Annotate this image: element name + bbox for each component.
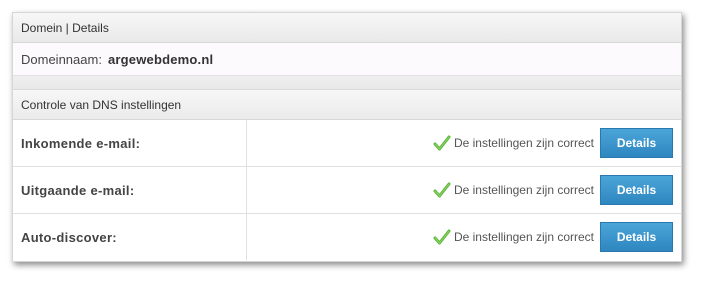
dns-check-table: Inkomende e-mail: De instellingen zijn c…: [13, 120, 681, 260]
dns-check-label: Inkomende e-mail:: [13, 120, 247, 167]
domain-name-value: argewebdemo.nl: [107, 51, 214, 67]
details-button[interactable]: Details: [600, 222, 673, 252]
check-icon: [433, 135, 451, 151]
status-text: De instellingen zijn correct: [453, 183, 594, 197]
status-text: De instellingen zijn correct: [453, 230, 594, 244]
check-icon: [433, 229, 451, 245]
dns-check-status: De instellingen zijn correct Details: [433, 128, 673, 158]
domain-name-label: Domeinnaam:: [21, 51, 102, 67]
dns-check-status: De instellingen zijn correct Details: [433, 175, 673, 205]
domain-section-header: Domein | Details: [13, 13, 681, 43]
details-button[interactable]: Details: [600, 175, 673, 205]
domain-details-panel: Domein | Details Domeinnaam: argewebdemo…: [12, 12, 682, 262]
domain-name-row: Domeinnaam: argewebdemo.nl: [13, 43, 681, 76]
table-row: Auto-discover: De instellingen zijn corr…: [13, 213, 681, 260]
status-text: De instellingen zijn correct: [453, 136, 594, 150]
table-row: Uitgaande e-mail: De instellingen zijn c…: [13, 166, 681, 214]
dns-check-status: De instellingen zijn correct Details: [433, 222, 673, 252]
section-divider: [13, 76, 681, 90]
details-button[interactable]: Details: [600, 128, 673, 158]
check-icon: [433, 182, 451, 198]
table-row: Inkomende e-mail: De instellingen zijn c…: [13, 120, 681, 167]
dns-check-label: Auto-discover:: [13, 213, 247, 260]
dns-check-label: Uitgaande e-mail:: [13, 166, 247, 214]
dns-section-header: Controle van DNS instellingen: [13, 90, 681, 120]
